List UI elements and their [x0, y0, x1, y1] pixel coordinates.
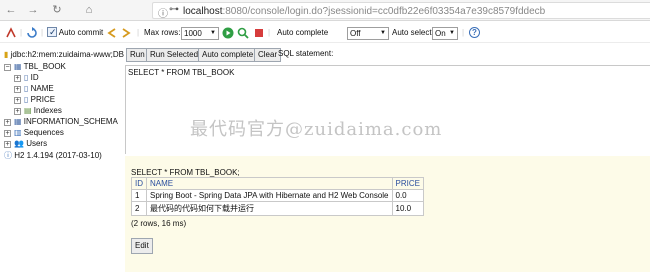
toolbar-divider: | [137, 28, 140, 37]
column-icon: ▯ [24, 95, 29, 104]
sequences-icon: ▥ [14, 128, 22, 137]
expand-icon[interactable]: + [4, 130, 11, 137]
expand-icon[interactable]: + [4, 141, 11, 148]
tree-item-users[interactable]: 👥 Users [14, 139, 47, 149]
info-schema-label: INFORMATION_SCHEMA [23, 117, 118, 126]
result-statement: SELECT * FROM TBL_BOOK; [131, 168, 240, 177]
stop-icon[interactable] [253, 27, 265, 39]
table-cell: 1 [131, 189, 147, 202]
home-icon[interactable]: ⌂ [82, 3, 96, 17]
max-rows-select[interactable]: 1000 ▼ [181, 27, 219, 40]
toolbar-divider: | [268, 28, 271, 37]
table-header-row: ID NAME PRICE [131, 177, 424, 190]
users-icon: 👥 [14, 139, 24, 148]
table-row: 1 Spring Boot - Spring Data JPA with Hib… [131, 189, 424, 202]
column-label: PRICE [30, 95, 56, 104]
auto-complete-label: Auto complete [277, 28, 329, 37]
rollback-icon[interactable] [106, 27, 118, 39]
url-text[interactable]: localhost:8080/console/login.do?jsession… [183, 6, 545, 17]
info-icon: ⓘ [4, 151, 12, 160]
result-table: ID NAME PRICE 1 Spring Boot - Spring Dat… [131, 177, 424, 216]
index-icon: ▤ [24, 106, 32, 115]
expand-icon[interactable]: + [14, 75, 21, 82]
sql-statement-label: SQL statement: [278, 49, 334, 58]
disconnect-icon[interactable] [5, 27, 17, 39]
sql-text[interactable]: SELECT * FROM TBL_BOOK [128, 68, 234, 77]
column-icon: ▯ [24, 84, 29, 93]
table-cell: 10.0 [391, 201, 424, 216]
database-icon: ▮ [4, 50, 9, 59]
browser-toolbar: ← → ↻ ⌂ ⓘ ⊶ localhost:8080/console/login… [0, 0, 650, 21]
run-icon[interactable] [222, 27, 234, 39]
expand-icon[interactable]: + [14, 108, 21, 115]
tree-item-column-price[interactable]: ▯ PRICE [24, 95, 55, 105]
folder-icon: ▦ [14, 117, 22, 126]
indexes-label: Indexes [33, 106, 62, 115]
run-selected-button[interactable]: Run Selected [146, 48, 203, 62]
schema-tree: ▮ jdbc:h2:mem:zuidaima-www;DB − ▦ TBL_BO… [0, 46, 125, 272]
table-cell: 0.0 [391, 189, 424, 202]
users-label: Users [26, 139, 48, 148]
tree-item-indexes[interactable]: ▤ Indexes [24, 106, 62, 116]
reload-icon[interactable]: ↻ [50, 3, 64, 17]
toolbar-divider: | [41, 28, 44, 37]
table-cell: 最代码的代码如何下载并运行 [146, 201, 393, 216]
auto-commit-label: Auto commit [58, 28, 104, 37]
tree-item-tbl-book[interactable]: ▦ TBL_BOOK [14, 62, 66, 72]
column-label: NAME [30, 84, 54, 93]
table-icon: ▦ [14, 62, 22, 71]
auto-complete-value: Off [350, 29, 361, 38]
collapse-icon[interactable]: − [4, 64, 11, 71]
column-header-name[interactable]: NAME [146, 177, 393, 190]
h2-toolbar: | | Auto commit | Max rows: 1000 ▼ | Auto… [0, 23, 650, 43]
auto-commit-checkbox[interactable] [47, 25, 57, 39]
tree-connection[interactable]: ▮ jdbc:h2:mem:zuidaima-www;DB [4, 50, 124, 60]
key-icon: ⊶ [169, 4, 179, 15]
expand-icon[interactable]: + [4, 119, 11, 126]
forward-arrow-icon[interactable]: → [26, 3, 40, 17]
chevron-down-icon: ▼ [380, 30, 386, 36]
toolbar-divider: | [462, 28, 465, 37]
toolbar-divider: | [20, 28, 23, 37]
column-label: ID [30, 73, 39, 82]
table-cell: 2 [131, 201, 147, 216]
watermark: 最代码官方@zuidaima.com [190, 119, 443, 140]
refresh-icon[interactable] [26, 27, 38, 39]
column-icon: ▯ [24, 73, 29, 82]
max-rows-value: 1000 [184, 29, 202, 38]
table-cell: Spring Boot - Spring Data JPA with Hiber… [146, 189, 393, 202]
table-label: TBL_BOOK [23, 62, 66, 71]
column-header-id[interactable]: ID [131, 177, 147, 190]
result-panel: SELECT * FROM TBL_BOOK; ID NAME PRICE 1 … [125, 156, 650, 272]
tree-item-information-schema[interactable]: ▦ INFORMATION_SCHEMA [14, 117, 118, 127]
address-bar[interactable]: ⓘ ⊶ localhost:8080/console/login.do?jses… [152, 2, 650, 20]
find-icon[interactable] [237, 27, 249, 39]
result-summary: (2 rows, 16 ms) [131, 219, 187, 228]
page-info-icon[interactable]: ⓘ [158, 5, 168, 20]
auto-complete-button[interactable]: Auto complete [198, 48, 258, 62]
edit-button[interactable]: Edit [131, 238, 153, 254]
auto-select-select[interactable]: On ▼ [432, 27, 458, 40]
help-icon[interactable]: ? [469, 27, 480, 38]
sequences-label: Sequences [23, 128, 64, 137]
commit-icon[interactable] [120, 27, 132, 39]
chevron-down-icon: ▼ [449, 30, 455, 36]
connection-label: jdbc:h2:mem:zuidaima-www;DB [10, 50, 125, 59]
tree-item-sequences[interactable]: ▥ Sequences [14, 128, 64, 138]
auto-commit-toggle[interactable]: Auto commit [47, 25, 104, 40]
back-arrow-icon[interactable]: ← [4, 3, 18, 17]
column-header-price[interactable]: PRICE [391, 177, 424, 190]
expand-icon[interactable]: + [14, 86, 21, 93]
expand-icon[interactable]: + [14, 97, 21, 104]
tree-item-column-name[interactable]: ▯ NAME [24, 84, 54, 94]
auto-select-value: On [435, 29, 446, 38]
auto-complete-select[interactable]: Off ▼ [347, 27, 389, 40]
auto-select-label: Auto select [392, 28, 432, 37]
tree-item-column-id[interactable]: ▯ ID [24, 73, 39, 83]
chevron-down-icon: ▼ [210, 30, 216, 36]
max-rows-label: Max rows: [144, 28, 181, 37]
version-label: H2 1.4.194 (2017-03-10) [14, 151, 102, 160]
table-row: 2 最代码的代码如何下载并运行 10.0 [131, 201, 424, 216]
tree-version: ⓘ H2 1.4.194 (2017-03-10) [4, 151, 102, 161]
